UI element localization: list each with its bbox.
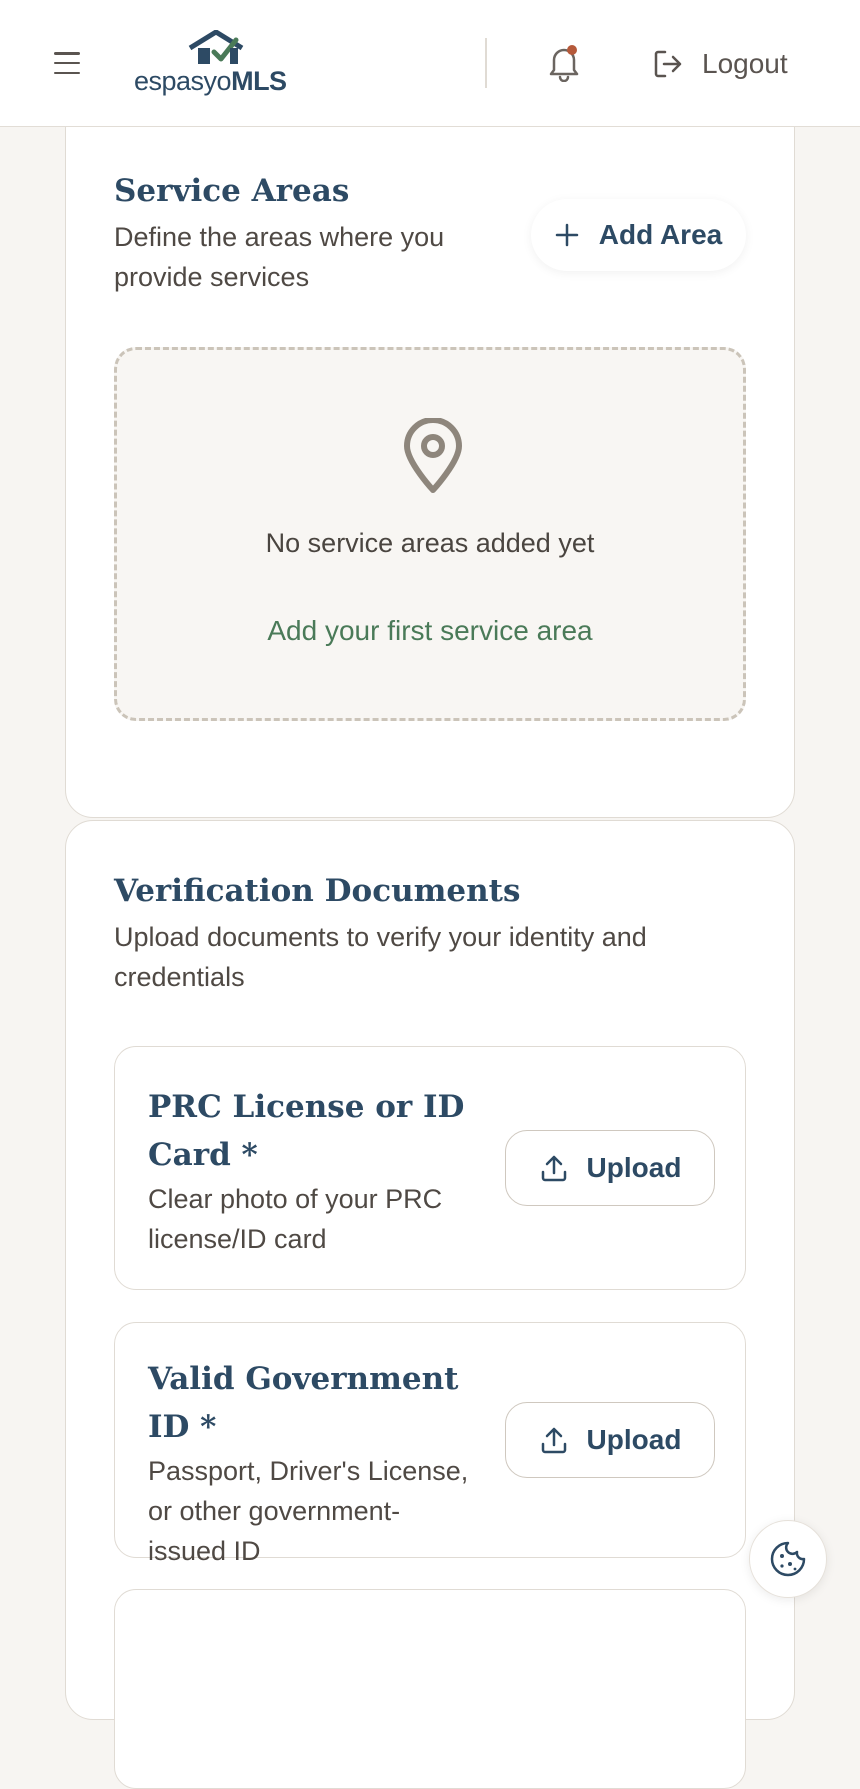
upload-icon	[541, 1427, 566, 1454]
verification-subtitle-line: Upload documents to verify your identity…	[114, 922, 647, 952]
upload-label: Upload	[586, 1152, 682, 1183]
service-areas-subtitle-line: Define the areas where you	[114, 222, 445, 252]
add-area-button[interactable]: Add Area	[531, 199, 746, 271]
document-description: license/ID card	[148, 1224, 327, 1254]
plus-icon	[555, 223, 579, 247]
document-title: Card *	[148, 1137, 258, 1173]
top-header: espasyoMLS Logout	[0, 0, 860, 127]
service-areas-subtitle: Define the areas where you provide servi…	[114, 217, 444, 297]
verification-subtitle: Upload documents to verify your identity…	[114, 917, 647, 997]
notification-dot	[567, 45, 577, 55]
verification-subtitle-line: credentials	[114, 962, 245, 992]
verification-documents-card: Verification Documents Upload documents …	[65, 820, 795, 1789]
logout-button[interactable]: Logout	[652, 44, 788, 84]
document-description: or other government-	[148, 1496, 401, 1526]
upload-prc-license-button[interactable]: Upload	[505, 1130, 715, 1206]
logo[interactable]: espasyoMLS	[134, 30, 304, 100]
cookie-icon	[770, 1541, 806, 1577]
logo-suffix: MLS	[231, 66, 287, 96]
document-title: PRC License or ID	[148, 1089, 465, 1125]
document-item-prc-license: PRC License or ID Card * Clear photo of …	[114, 1046, 746, 1290]
menu-icon[interactable]	[54, 52, 80, 74]
header-divider	[485, 38, 487, 88]
service-areas-subtitle-line: provide services	[114, 262, 310, 292]
document-item-next	[114, 1589, 746, 1789]
service-areas-empty-state: No service areas added yet Add your firs…	[114, 347, 746, 721]
notifications-button[interactable]	[546, 44, 582, 83]
upload-icon	[541, 1155, 566, 1182]
upload-label: Upload	[586, 1424, 682, 1455]
logo-text: espasyoMLS	[134, 66, 287, 97]
document-text: Valid Government ID * Passport, Driver's…	[148, 1355, 508, 1571]
empty-state-message: No service areas added yet	[265, 528, 595, 558]
document-text: PRC License or ID Card * Clear photo of …	[148, 1083, 498, 1259]
logo-house-icon	[188, 30, 244, 64]
logo-prefix: espasyo	[134, 66, 232, 96]
document-description: Clear photo of your PRC	[148, 1184, 443, 1214]
logout-icon	[654, 50, 682, 78]
add-area-label: Add Area	[598, 219, 723, 250]
service-areas-card: Service Areas Define the areas where you…	[65, 100, 795, 818]
logout-label: Logout	[702, 48, 788, 79]
document-item-government-id: Valid Government ID * Passport, Driver's…	[114, 1322, 746, 1566]
add-first-service-area-link[interactable]: Add your first service area	[117, 615, 743, 647]
cookie-settings-button[interactable]	[749, 1520, 827, 1598]
document-description: Passport, Driver's License,	[148, 1456, 469, 1486]
upload-government-id-button[interactable]: Upload	[505, 1402, 715, 1478]
document-title: Valid Government ID *	[148, 1361, 459, 1445]
verification-title: Verification Documents	[114, 873, 521, 909]
document-description: issued ID	[148, 1536, 261, 1566]
map-pin-icon	[404, 418, 462, 493]
service-areas-title: Service Areas	[114, 173, 350, 209]
